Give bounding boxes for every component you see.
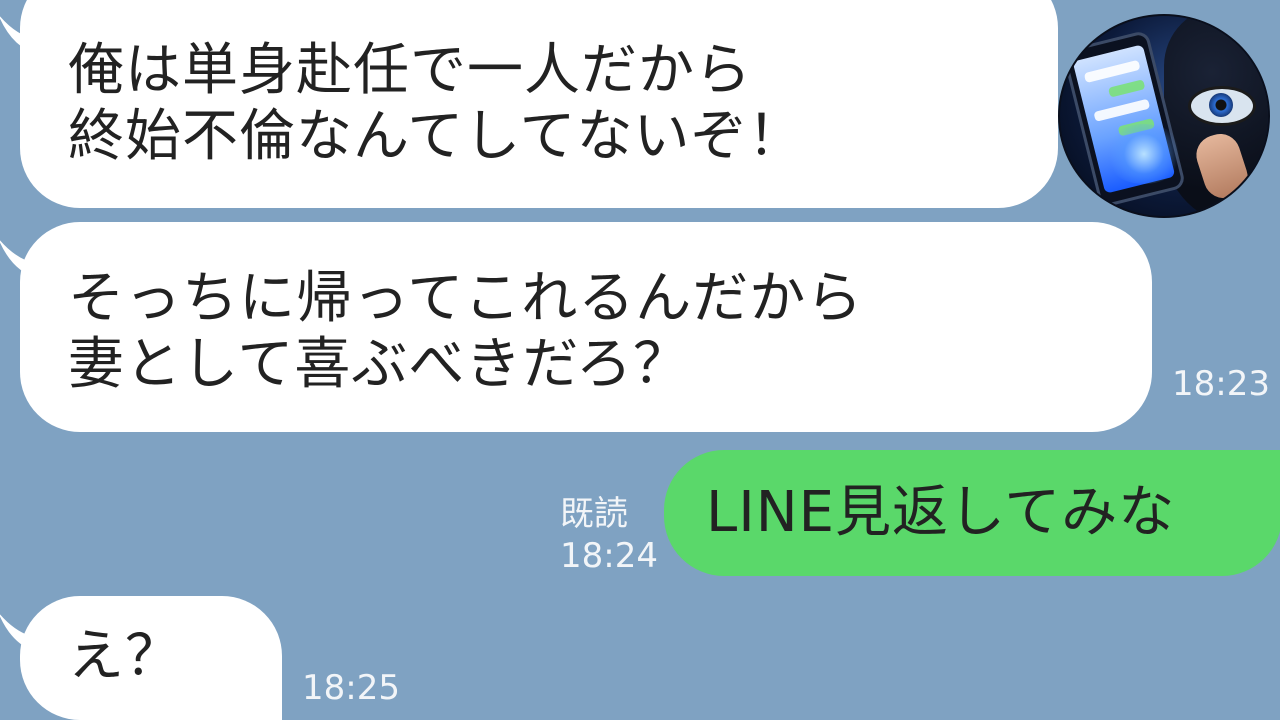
hooded-figure-phone-avatar (1058, 14, 1270, 218)
phone-chat-line (1083, 59, 1141, 84)
message-bubble-incoming[interactable]: そっちに帰ってこれるんだから 妻として喜ぶべきだろ？ (20, 222, 1152, 432)
message-timestamp: 18:24 (560, 536, 658, 576)
message-line: 俺は単身赴任で一人だから (68, 38, 752, 103)
message-bubble-incoming[interactable]: 俺は単身赴任で一人だから 終始不倫なんてしてないぞ！ (20, 0, 1058, 208)
message-line: え？ (68, 624, 182, 689)
message-bubble-outgoing[interactable]: LINE見返してみな (664, 450, 1280, 576)
chat-area: 俺は単身赴任で一人だから 終始不倫なんてしてないぞ！ そっちに帰ってこれるんだか… (0, 0, 1280, 720)
message-line: LINE見返してみな (706, 480, 1176, 545)
message-timestamp: 18:25 (302, 668, 400, 708)
message-bubble-incoming[interactable]: え？ (20, 596, 282, 720)
message-line: そっちに帰ってこれるんだから (68, 266, 864, 331)
read-receipt: 既読 (560, 494, 628, 534)
phone-chat-line (1093, 98, 1151, 122)
eye-icon (1188, 86, 1256, 126)
message-line: 終始不倫なんてしてないぞ！ (68, 104, 805, 169)
message-timestamp: 18:23 (1172, 364, 1270, 404)
message-line: 妻として喜ぶべきだろ？ (68, 332, 690, 397)
screen-glow (1104, 124, 1184, 184)
phone-chat-line (1108, 79, 1146, 98)
